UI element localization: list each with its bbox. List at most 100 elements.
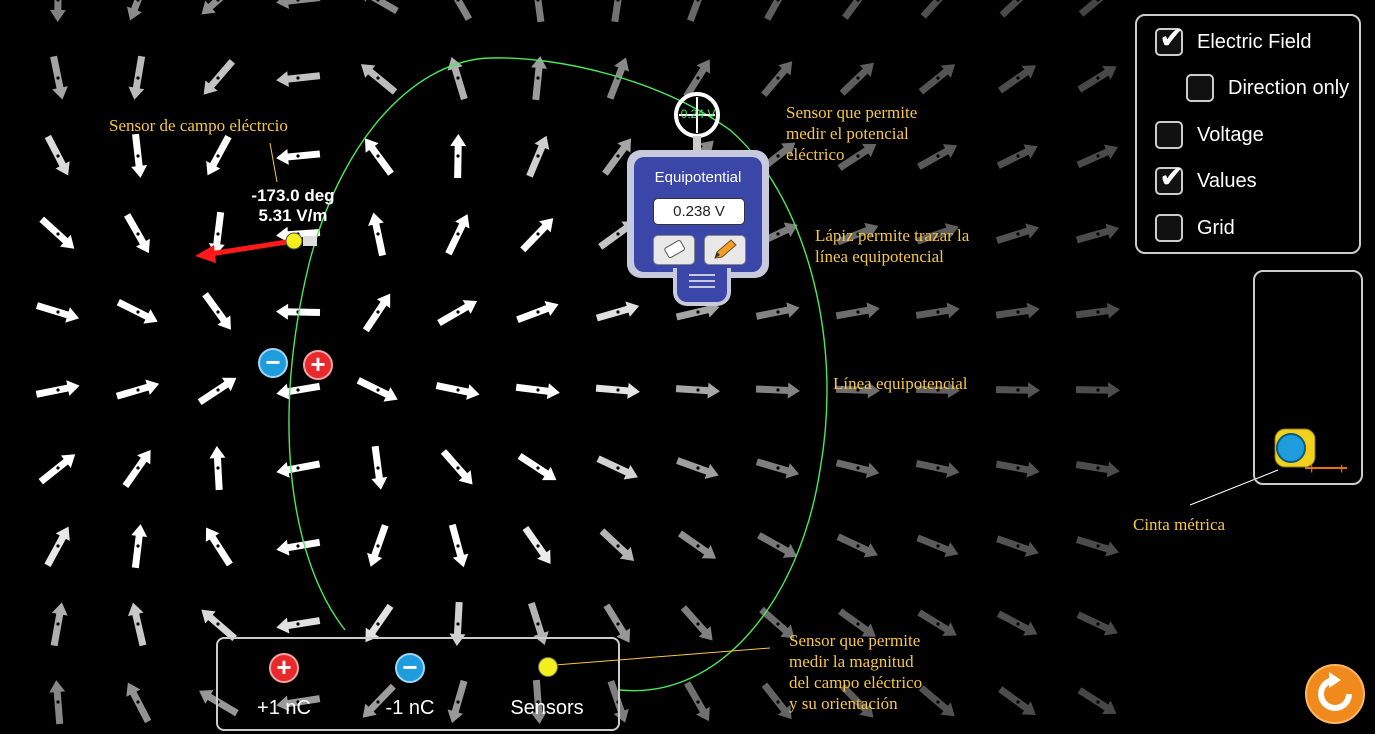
field-arrow: [920, 0, 943, 19]
checkbox-box[interactable]: ✔: [1155, 24, 1184, 56]
field-arrow: [606, 57, 630, 100]
equipotential-sensor[interactable]: Equipotential 0.238 V: [627, 150, 769, 306]
field-arrow: [996, 610, 1038, 636]
field-arrow: [197, 377, 237, 406]
field-arrow: [49, 0, 66, 22]
field-arrow: [996, 535, 1039, 557]
tape-measure-icon[interactable]: + +: [1255, 272, 1361, 483]
field-arrow: [276, 71, 321, 88]
pencil-button[interactable]: [704, 235, 746, 265]
field-arrow: [35, 380, 80, 398]
checkbox-box[interactable]: [1186, 74, 1214, 102]
field-arrow: [360, 64, 398, 95]
electric-field-checkbox[interactable]: ✔ Electric Field: [1155, 24, 1311, 56]
negative-charge[interactable]: −: [258, 348, 288, 378]
field-arrow: [835, 459, 880, 479]
direction-only-checkbox[interactable]: Direction only: [1186, 74, 1349, 102]
field-arrow: [764, 0, 783, 21]
reset-button[interactable]: [1305, 664, 1365, 724]
field-arrow: [515, 383, 560, 400]
positive-charge-source[interactable]: +: [269, 653, 299, 683]
field-arrow: [595, 382, 640, 399]
field-arrow: [364, 138, 394, 176]
reset-icon: [1318, 672, 1352, 711]
sensors-label: Sensors: [510, 697, 584, 719]
field-arrow: [611, 0, 622, 23]
field-arrow: [201, 0, 224, 15]
field-arrow: [680, 605, 713, 641]
checkbox-box[interactable]: [1155, 121, 1183, 149]
field-arrow: [522, 525, 551, 565]
field-arrow: [917, 609, 957, 637]
field-arrow: [755, 458, 800, 479]
field-arrow: [50, 602, 68, 647]
field-arrow: [127, 602, 147, 647]
field-arrow: [995, 302, 1040, 319]
field-arrow: [839, 62, 874, 96]
field-arrow: [209, 446, 226, 491]
negative-charge-label: -1 nC: [385, 697, 435, 719]
field-sensor-readout: -173.0 deg 5.31 V/m: [248, 186, 338, 226]
field-arrow: [371, 445, 388, 490]
field-arrow: [206, 134, 232, 176]
positive-charge[interactable]: +: [303, 350, 333, 380]
sensor-source[interactable]: [538, 657, 558, 677]
field-arrow: [205, 527, 233, 567]
field-arrow: [687, 0, 702, 22]
field-arrow: [276, 617, 321, 634]
voltage-checkbox[interactable]: Voltage: [1155, 121, 1264, 149]
field-arrow: [917, 144, 958, 170]
positive-charge-label: +1 nC: [257, 697, 311, 719]
field-arrow: [599, 528, 635, 562]
field-arrow: [276, 148, 321, 165]
tape-measure-panel: + +: [1253, 270, 1363, 485]
field-arrow: [124, 213, 150, 254]
field-arrow: [276, 0, 321, 10]
field-arrow: [445, 214, 470, 256]
field-arrow: [684, 681, 710, 722]
crosshair-value: 0.24 V: [680, 107, 716, 121]
field-magnitude: 5.31 V/m: [258, 206, 328, 225]
field-arrow: [276, 538, 321, 556]
checkbox-box[interactable]: [1155, 214, 1183, 242]
grid-checkbox[interactable]: Grid: [1155, 214, 1235, 242]
field-arrow: [516, 300, 559, 324]
field-arrow: [755, 302, 800, 320]
equipotential-grip[interactable]: [673, 268, 731, 306]
field-arrow: [440, 449, 473, 485]
minus-icon: −: [265, 347, 281, 377]
minus-icon: −: [402, 652, 418, 682]
field-arrow: [276, 303, 321, 320]
field-arrow: [836, 533, 878, 558]
eraser-button[interactable]: [653, 235, 695, 265]
pencil-icon: [714, 239, 737, 259]
field-arrow: [1076, 144, 1119, 169]
equipotential-value: 0.238 V: [653, 198, 745, 225]
direction-only-label: Direction only: [1228, 76, 1350, 99]
field-arrow: [835, 302, 880, 320]
field-arrow: [450, 134, 467, 179]
field-arrow: [999, 0, 1024, 18]
field-arrow: [208, 211, 225, 256]
field-arrow: [683, 59, 711, 99]
field-arrow: [49, 680, 66, 725]
grid-label: Grid: [1197, 216, 1235, 239]
field-arrow: [757, 532, 798, 558]
values-checkbox[interactable]: ✔ Values: [1155, 163, 1257, 195]
negative-charge-source[interactable]: −: [395, 653, 425, 683]
checkbox-box[interactable]: ✔: [1155, 163, 1184, 195]
svg-text:+: +: [1307, 461, 1316, 478]
field-arrow: [50, 55, 68, 100]
simulation-stage: 0.24 V -173.0 deg 5.31 V/m − + Equipoten…: [0, 0, 1375, 734]
visibility-controls: ✔ Electric Field Direction only Voltage …: [1135, 14, 1361, 254]
field-arrow: [995, 382, 1040, 399]
field-arrow: [995, 460, 1040, 478]
field-arrow: [131, 524, 148, 569]
field-arrow: [1075, 223, 1120, 244]
field-arrow: [356, 377, 398, 402]
checkmark-icon: ✔: [1159, 161, 1185, 194]
field-arrow: [517, 452, 557, 481]
voltage-label: Voltage: [1197, 123, 1264, 146]
field-arrow: [526, 135, 550, 178]
field-arrow: [131, 133, 148, 178]
